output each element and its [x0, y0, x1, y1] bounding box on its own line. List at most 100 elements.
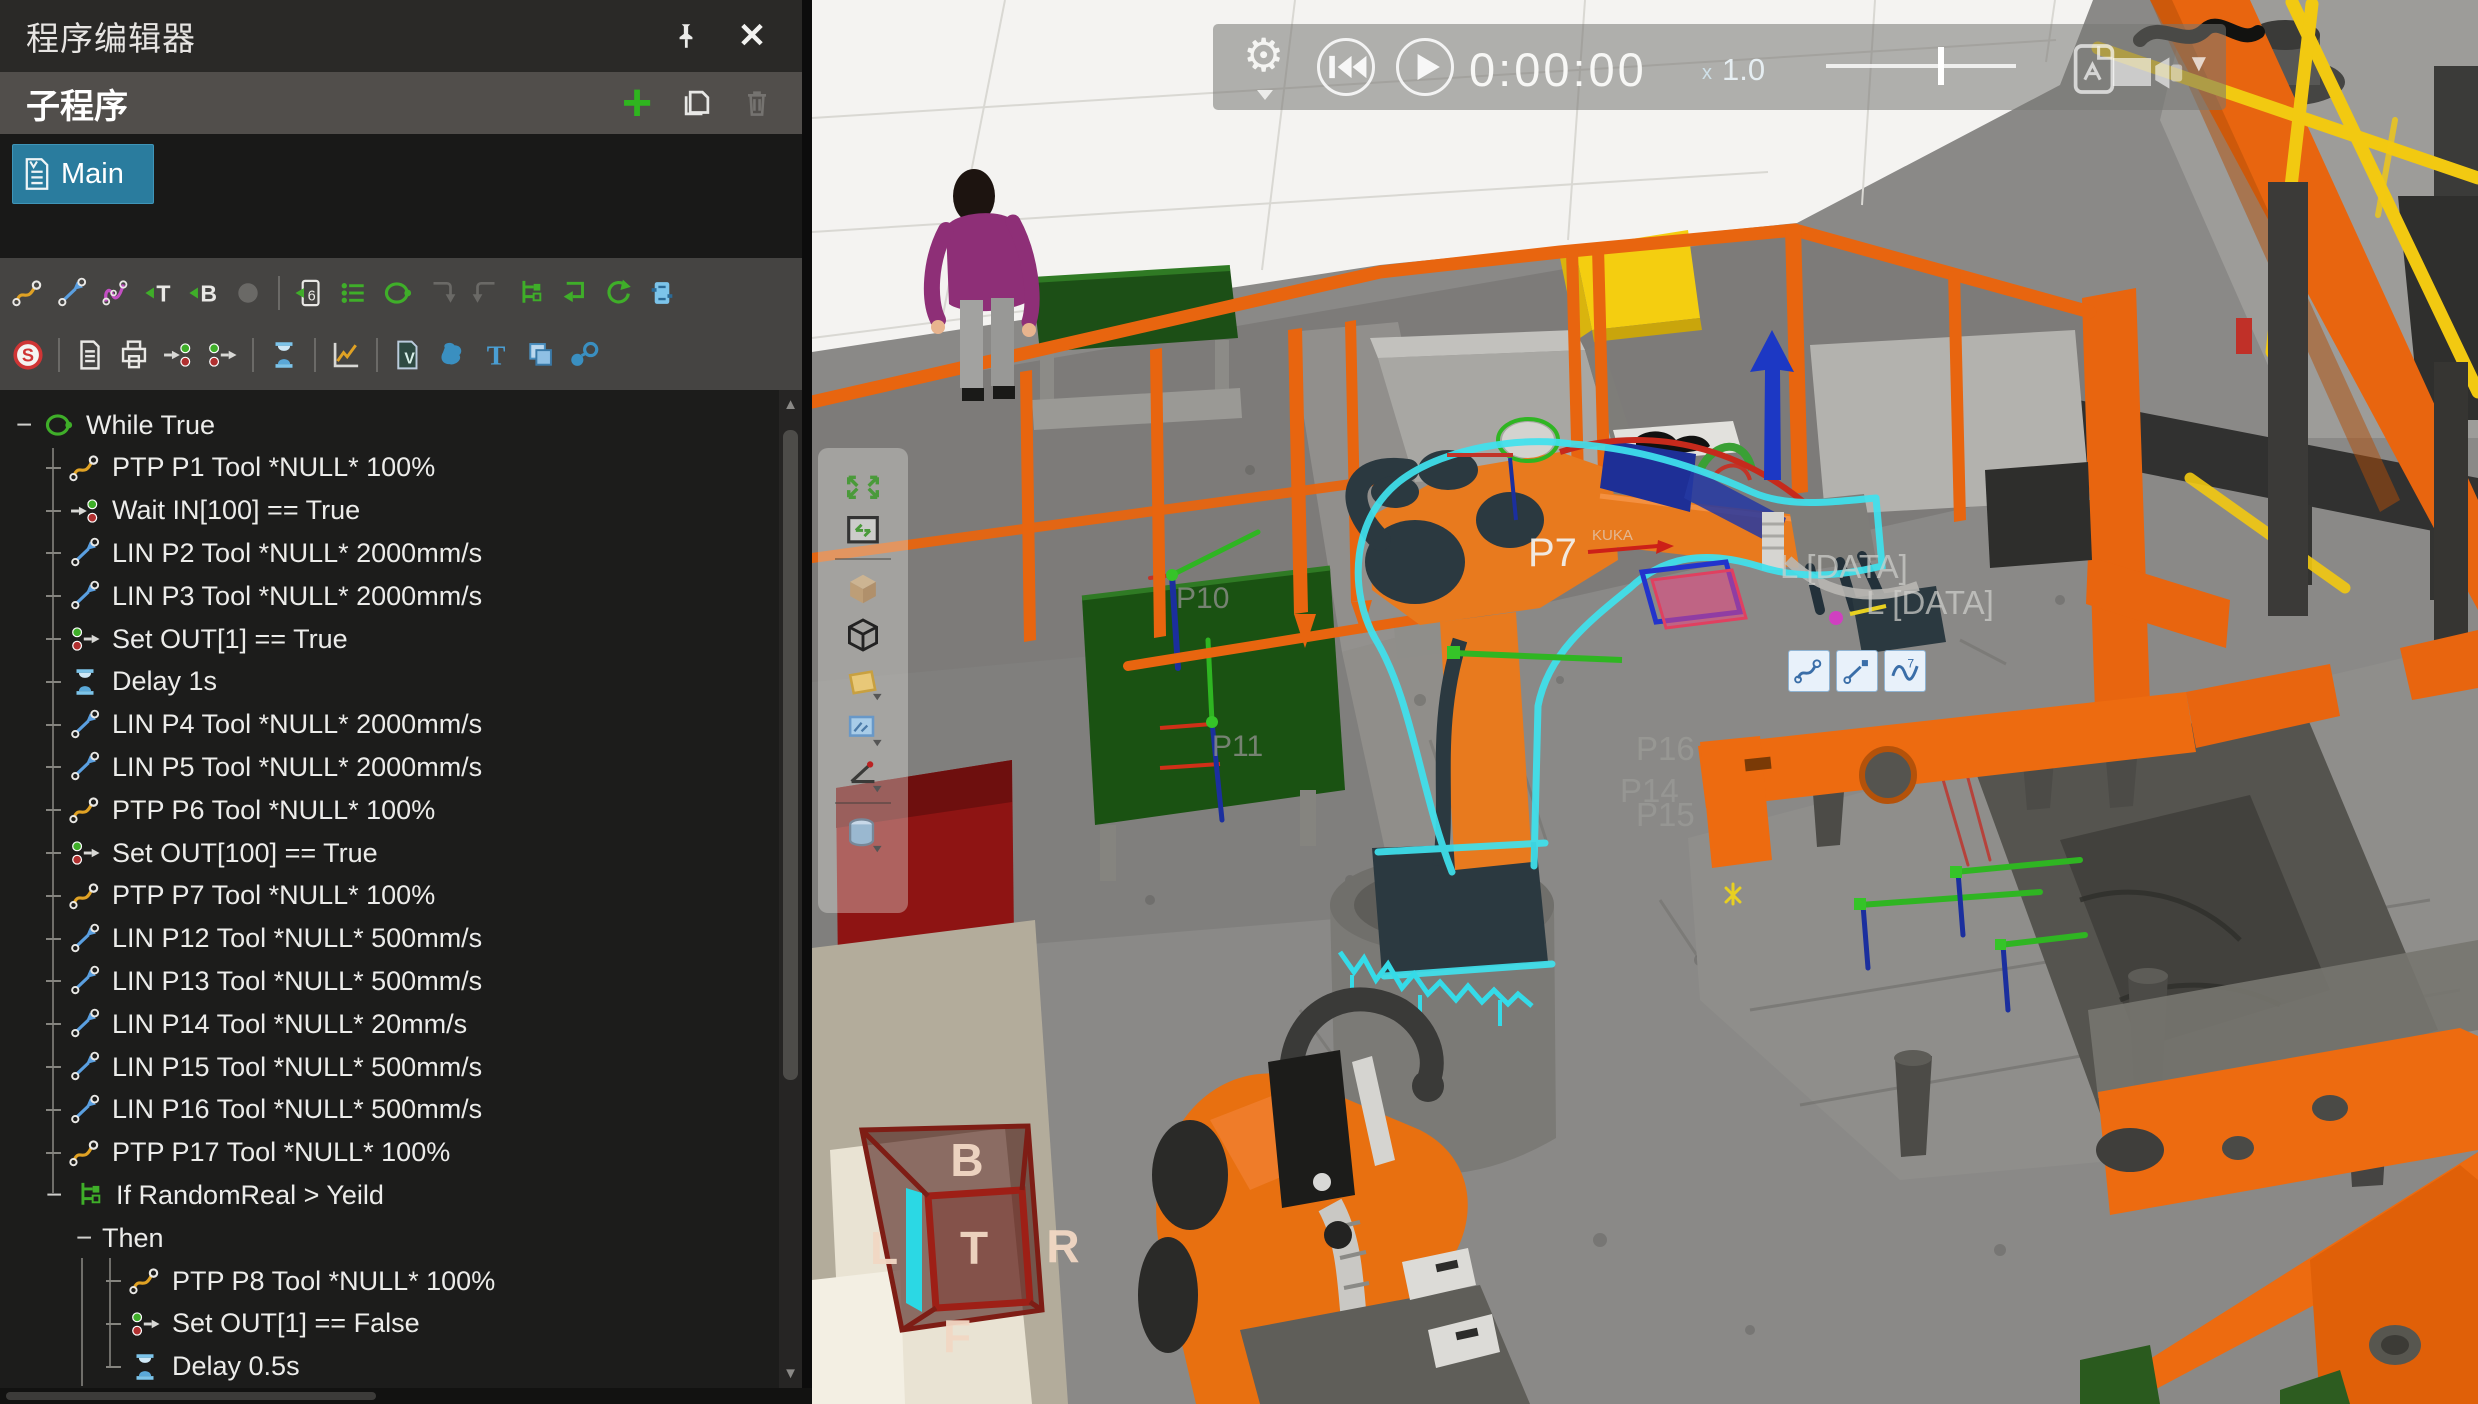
trace-chart-button[interactable] — [324, 335, 368, 375]
speed-slider-track[interactable] — [1826, 64, 2016, 68]
ptp-icon — [68, 1136, 102, 1170]
lin-icon — [68, 536, 102, 570]
tree-item-label: Delay 0.5s — [172, 1351, 300, 1382]
tree-item[interactable]: Set OUT[100] == True — [0, 832, 779, 874]
tree-item[interactable]: LIN P4 Tool *NULL* 2000mm/s — [0, 704, 779, 746]
scrollbar-thumb[interactable] — [6, 1392, 376, 1400]
tree-item[interactable]: PTP P6 Tool *NULL* 100% — [0, 789, 779, 831]
tree-item[interactable]: − While True — [0, 404, 779, 446]
frame-blue-button[interactable] — [837, 704, 889, 750]
tree-item[interactable]: LIN P14 Tool *NULL* 20mm/s — [0, 1003, 779, 1045]
panel-title: 程序编辑器 — [26, 20, 196, 57]
loop-block-button[interactable] — [552, 273, 596, 313]
variable-file-button[interactable]: V — [386, 335, 430, 375]
delete-subprogram-button[interactable] — [736, 82, 778, 124]
spline-button[interactable] — [94, 273, 138, 313]
call-program-button[interactable]: 6 — [288, 273, 332, 313]
tree-item[interactable]: LIN P13 Tool *NULL* 500mm/s — [0, 960, 779, 1002]
tree-item[interactable]: Delay 0.5s — [0, 1346, 779, 1388]
tab-main[interactable]: Main — [12, 144, 154, 204]
wp-spline-button[interactable]: 7 — [1884, 650, 1926, 692]
record-point-button[interactable] — [226, 273, 270, 313]
tree-item[interactable]: LIN P5 Tool *NULL* 2000mm/s — [0, 746, 779, 788]
collapse-toggle[interactable]: − — [46, 1179, 72, 1211]
wp-lin-button[interactable] — [1836, 650, 1878, 692]
capture-image-icon[interactable] — [2113, 58, 2151, 86]
tree-item[interactable]: LIN P3 Tool *NULL* 2000mm/s — [0, 575, 779, 617]
rewind-button[interactable] — [1317, 38, 1375, 96]
ptp-button[interactable] — [6, 273, 50, 313]
if-button[interactable] — [508, 273, 552, 313]
more-options-arrow[interactable]: ▼ — [2187, 50, 2211, 78]
tree-item[interactable]: PTP P1 Tool *NULL* 100% — [0, 447, 779, 489]
tree-item[interactable]: − Then — [0, 1217, 779, 1259]
collapse-toggle[interactable]: − — [76, 1222, 102, 1254]
set-tool-button[interactable]: T — [138, 273, 182, 313]
scroll-down-arrow[interactable]: ▼ — [779, 1365, 802, 1382]
waypoint-floating-toolbar: 7 — [1788, 650, 1926, 692]
tree-connector-dash — [46, 466, 61, 469]
settings-dropdown-caret[interactable] — [1257, 90, 1273, 100]
simulation-settings-gear-icon[interactable]: ⚙ — [1243, 28, 1284, 82]
tree-item[interactable]: Set OUT[1] == False — [0, 1303, 779, 1345]
svg-text:6: 6 — [308, 288, 316, 304]
stop-button[interactable]: S — [6, 335, 50, 375]
copy-pages-button[interactable] — [518, 335, 562, 375]
fit-view-button[interactable] — [837, 460, 889, 506]
tree-item[interactable]: PTP P8 Tool *NULL* 100% — [0, 1260, 779, 1302]
link-points-button[interactable] — [562, 335, 606, 375]
while-button[interactable] — [376, 273, 420, 313]
tree-item[interactable]: LIN P16 Tool *NULL* 500mm/s — [0, 1089, 779, 1131]
tree-item[interactable]: LIN P12 Tool *NULL* 500mm/s — [0, 918, 779, 960]
set-icon — [68, 622, 102, 656]
repeat-loop-button[interactable] — [596, 273, 640, 313]
command-list-button[interactable] — [332, 273, 376, 313]
tree-item[interactable]: − If RandomReal > Yeild — [0, 1174, 779, 1216]
speed-slider-handle[interactable] — [1938, 47, 1944, 85]
tree-item-label: LIN P5 Tool *NULL* 2000mm/s — [112, 751, 483, 782]
scrollbar-thumb[interactable] — [783, 430, 798, 1080]
add-subprogram-button[interactable]: + — [616, 77, 658, 129]
document-button[interactable] — [68, 335, 112, 375]
copy-subprogram-button[interactable] — [676, 82, 718, 124]
tree-item[interactable]: Set OUT[1] == True — [0, 618, 779, 660]
wait-button[interactable] — [156, 335, 200, 375]
scroll-up-arrow[interactable]: ▲ — [779, 396, 802, 413]
close-icon[interactable]: ✕ — [734, 17, 770, 55]
tree-connector-dash — [106, 1322, 121, 1325]
model-object-button[interactable] — [430, 335, 474, 375]
wireframe-cube-button[interactable] — [837, 612, 889, 658]
lin-button[interactable] — [50, 273, 94, 313]
tree-item[interactable]: LIN P2 Tool *NULL* 2000mm/s — [0, 532, 779, 574]
tree-item[interactable]: Wait IN[100] == True — [0, 490, 779, 532]
frame-yellow-button[interactable] — [837, 658, 889, 704]
set-base-button[interactable]: B — [182, 273, 226, 313]
collapse-toggle[interactable]: − — [16, 409, 42, 441]
wp-ptp-button[interactable] — [1788, 650, 1830, 692]
play-icon — [1417, 54, 1440, 80]
section-cylinder-button[interactable] — [837, 810, 889, 856]
zoom-window-button[interactable] — [837, 506, 889, 552]
tree-item[interactable]: PTP P17 Tool *NULL* 100% — [0, 1132, 779, 1174]
tree-item[interactable]: Delay 1s — [0, 661, 779, 703]
tree-item-label: PTP P1 Tool *NULL* 100% — [112, 452, 436, 483]
record-video-icon[interactable] — [2151, 54, 2185, 92]
tree-item-label: PTP P8 Tool *NULL* 100% — [172, 1265, 496, 1296]
measure-button[interactable] — [837, 750, 889, 796]
pin-icon[interactable] — [668, 18, 704, 54]
play-button[interactable] — [1396, 38, 1454, 96]
export-report-icon[interactable] — [2071, 42, 2117, 96]
print-button[interactable] — [112, 335, 156, 375]
paste-after-button[interactable] — [464, 273, 508, 313]
breakpoint-button[interactable] — [640, 273, 684, 313]
delay-button[interactable] — [262, 335, 306, 375]
tree-connector-dash — [46, 509, 61, 512]
tree-item[interactable]: PTP P7 Tool *NULL* 100% — [0, 875, 779, 917]
tree-item[interactable]: LIN P15 Tool *NULL* 500mm/s — [0, 1046, 779, 1088]
text-label-button[interactable]: T — [474, 335, 518, 375]
tree-horizontal-scrollbar[interactable] — [0, 1388, 812, 1404]
tree-vertical-scrollbar[interactable]: ▲ ▼ — [779, 390, 802, 1388]
set-button[interactable] — [200, 335, 244, 375]
paste-before-button[interactable] — [420, 273, 464, 313]
view-cube-small-button[interactable] — [837, 566, 889, 612]
